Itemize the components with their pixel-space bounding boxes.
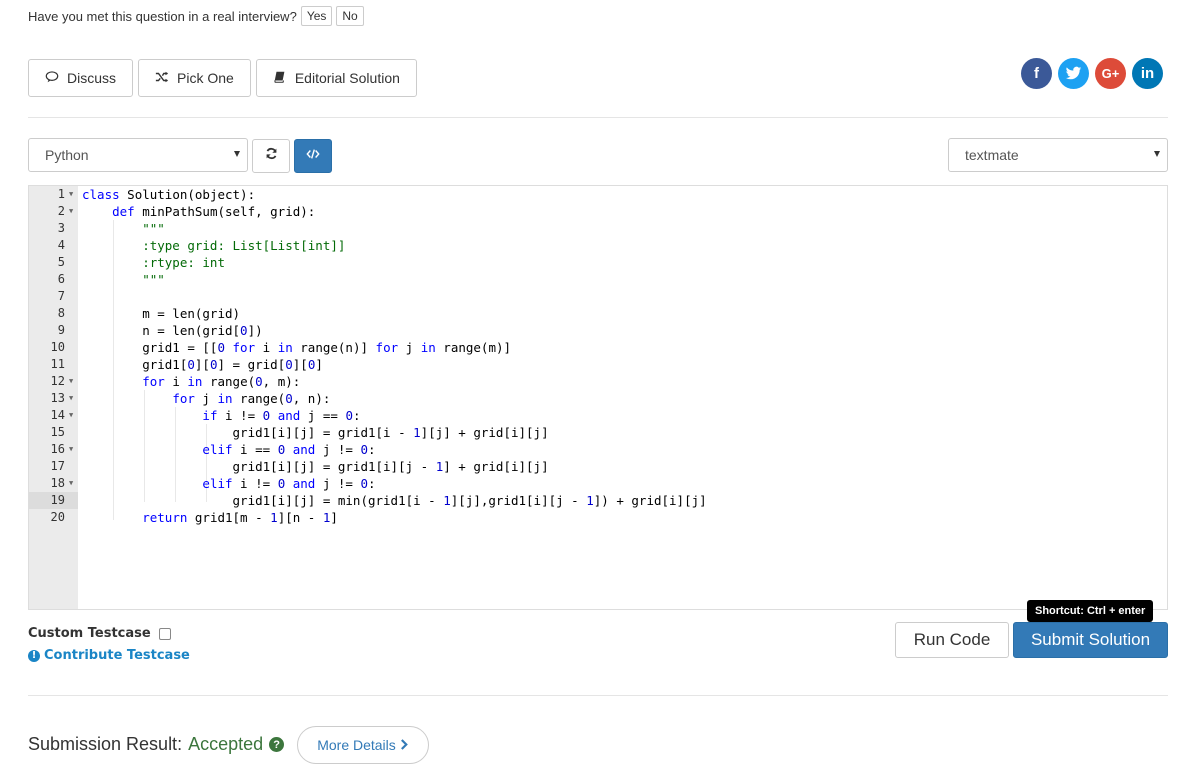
social-share: f G+ in [1021, 58, 1163, 89]
code-line: 16 ▼ elif i == 0 and j != 0: [50, 442, 376, 457]
code-line: 7 [57, 289, 65, 303]
submission-status: Accepted [188, 734, 264, 754]
no-button[interactable]: No [336, 6, 364, 26]
run-code-button[interactable]: Run Code [895, 622, 1009, 658]
interview-question-bar: Have you met this question in a real int… [28, 6, 364, 26]
refresh-icon [265, 147, 278, 165]
contribute-testcase-link[interactable]: ! Contribute Testcase [28, 648, 190, 663]
code-line: 17 grid1[i][j] = grid1[i][j - 1] + grid[… [50, 459, 549, 474]
submission-result: Submission Result: Accepted ? [28, 734, 285, 755]
code-line: 4 :type grid: List[List[int]] [57, 238, 346, 253]
code-editor[interactable]: 1 ▼ class Solution(object): 2 ▼ def minPath… [28, 185, 1168, 610]
theme-select[interactable]: textmate [948, 138, 1168, 172]
code-line: 20 return grid1[m - 1][n - 1] [50, 510, 338, 525]
code-mode-button[interactable] [294, 139, 332, 173]
more-details-button[interactable]: More Details [297, 726, 429, 764]
discuss-button[interactable]: Discuss [28, 59, 134, 97]
code-line: 6 """ [57, 272, 165, 287]
custom-testcase-label: Custom Testcase [28, 626, 151, 641]
comment-icon [45, 70, 59, 87]
code-line: 11 grid1[0][0] = grid[0][0] [50, 357, 323, 372]
caret-down-icon [1154, 151, 1160, 157]
question-icon[interactable]: ? [269, 737, 285, 752]
code-line-active: 19 grid1[i][j] = min(grid1[i - 1][j],gri… [29, 492, 1167, 509]
facebook-icon[interactable]: f [1021, 58, 1052, 89]
google-plus-icon[interactable]: G+ [1095, 58, 1126, 89]
custom-testcase: Custom Testcase [28, 626, 171, 641]
divider [28, 117, 1168, 118]
code-line: 15 grid1[i][j] = grid1[i - 1][j] + grid[… [50, 425, 549, 440]
language-value: Python [45, 147, 89, 163]
language-select[interactable]: Python [28, 138, 248, 172]
code-lines: 1 ▼ class Solution(object): 2 ▼ def minPath… [29, 186, 1167, 526]
code-line: 2 ▼ def minPathSum(self, grid): [57, 204, 316, 219]
code-line: 12 ▼ for i in range(0, m): [50, 374, 301, 389]
linkedin-icon[interactable]: in [1132, 58, 1163, 89]
pick-one-label: Pick One [177, 70, 234, 86]
code-line: 3 """ [57, 221, 165, 236]
reset-code-button[interactable] [252, 139, 290, 173]
divider [28, 695, 1168, 696]
editorial-solution-label: Editorial Solution [294, 70, 400, 86]
discuss-label: Discuss [67, 70, 117, 86]
code-line: 5 :rtype: int [57, 255, 225, 270]
code-line: 14 ▼ if i != 0 and j == 0: [50, 408, 361, 423]
code-line: 18 ▼ elif i != 0 and j != 0: [50, 476, 376, 491]
yes-button[interactable]: Yes [300, 6, 333, 26]
code-line: 8 m = len(grid) [57, 306, 241, 321]
shortcut-tooltip: Shortcut: Ctrl + enter [1027, 600, 1154, 627]
theme-value: textmate [965, 147, 1019, 163]
pick-one-button[interactable]: Pick One [138, 59, 251, 97]
code-line: 10 grid1 = [[0 for i in range(n)] for j … [50, 340, 512, 355]
twitter-icon[interactable] [1058, 58, 1089, 89]
custom-testcase-checkbox[interactable] [158, 627, 171, 640]
contribute-testcase-label: Contribute Testcase [44, 648, 190, 663]
caret-down-icon [234, 151, 240, 157]
book-icon [273, 70, 287, 87]
editorial-solution-button[interactable]: Editorial Solution [255, 59, 417, 97]
code-icon [306, 147, 320, 166]
action-buttons: Discuss Pick One Editorial Solution [28, 59, 417, 97]
submit-solution-button[interactable]: Submit Solution [1013, 622, 1168, 658]
chevron-right-icon [400, 737, 409, 753]
code-line: 1 ▼ class Solution(object): [57, 187, 256, 202]
shuffle-icon [155, 70, 169, 87]
more-details-label: More Details [317, 737, 396, 753]
interview-question-text: Have you met this question in a real int… [28, 8, 297, 24]
submission-result-label: Submission Result: [28, 734, 183, 754]
code-line: 13 ▼ for j in range(0, n): [50, 391, 331, 406]
code-line: 9 n = len(grid[0]) [57, 323, 263, 338]
info-icon: ! [28, 649, 40, 662]
